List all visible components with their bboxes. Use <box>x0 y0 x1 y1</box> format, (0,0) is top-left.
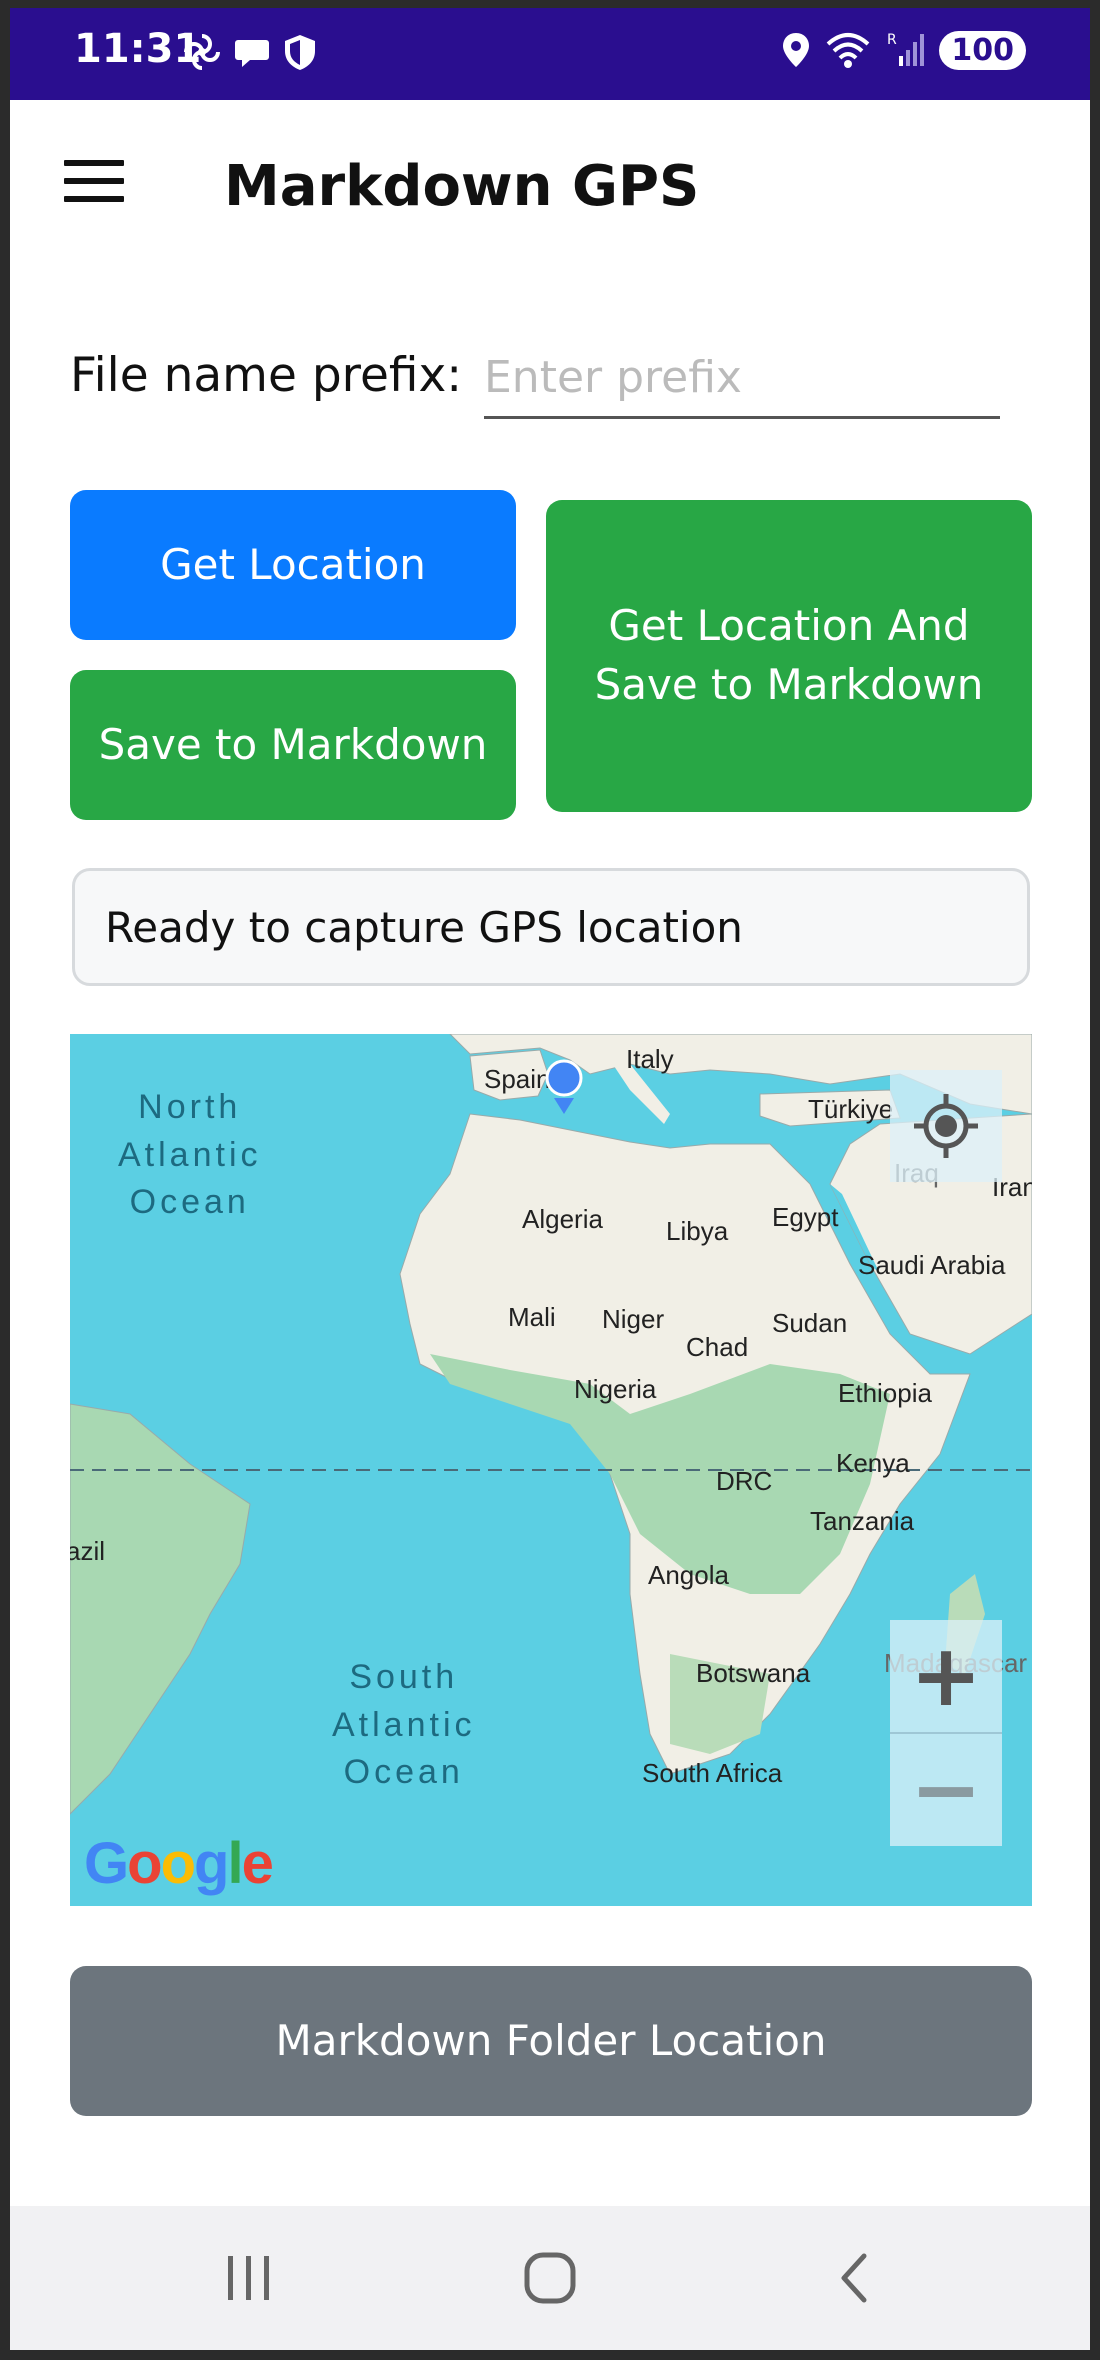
map-label-south-africa: South Africa <box>642 1758 783 1788</box>
map-label-tanzania: Tanzania <box>810 1506 915 1536</box>
wifi-icon <box>827 33 870 68</box>
prefix-input[interactable] <box>484 338 1000 419</box>
markdown-folder-location-label: Markdown Folder Location <box>275 2015 827 2065</box>
zoom-in-button[interactable]: + <box>890 1620 1002 1734</box>
north-atlantic-label: North Atlantic Ocean <box>118 1088 262 1222</box>
status-message-box: Ready to capture GPS location <box>72 868 1030 986</box>
shield-icon <box>285 35 315 70</box>
location-marker-icon[interactable] <box>544 1058 584 1120</box>
back-icon[interactable] <box>832 2250 876 2306</box>
map-label-drc: DRC <box>716 1466 773 1496</box>
location-icon <box>783 33 810 67</box>
markdown-folder-location-button[interactable]: Markdown Folder Location <box>70 1966 1032 2116</box>
app-bar: Markdown GPS <box>10 100 1090 290</box>
battery-indicator: 100 <box>939 30 1026 70</box>
get-location-button-label: Get Location <box>160 539 426 589</box>
map-view[interactable]: North Atlantic Ocean South Atlantic Ocea… <box>70 1034 1032 1906</box>
map-label-egypt: Egypt <box>772 1202 839 1232</box>
minus-icon: − <box>909 1740 983 1840</box>
map-label-italy: Italy <box>626 1044 674 1074</box>
map-label-angola: Angola <box>648 1560 729 1590</box>
get-location-button[interactable]: Get Location <box>70 490 516 640</box>
my-location-icon[interactable] <box>890 1070 1002 1182</box>
get-location-and-save-label-line1: Get Location And <box>608 601 970 651</box>
map-label-turkiye: Türkiye <box>808 1094 894 1124</box>
map-label-brazil: Brazil <box>70 1536 106 1566</box>
map-label-ethiopia: Ethiopia <box>838 1378 932 1408</box>
zoom-out-button[interactable]: − <box>890 1734 1002 1846</box>
chat-bubble-icon <box>235 40 269 67</box>
app-title: Markdown GPS <box>224 154 700 219</box>
map-label-sudan: Sudan <box>772 1308 848 1338</box>
map-label-spain: Spain <box>484 1064 551 1094</box>
get-location-and-save-button[interactable]: Get Location And Save to Markdown <box>546 500 1032 812</box>
system-nav-bar <box>10 2206 1090 2350</box>
signal-icon: R <box>887 32 925 66</box>
map-label-botswana: Botswana <box>696 1658 811 1688</box>
map-label-kenya: Kenya <box>836 1448 910 1478</box>
map-label-nigeria: Nigeria <box>574 1374 657 1404</box>
hamburger-menu-icon[interactable] <box>64 160 124 210</box>
status-bar: 11:31 R 100 <box>10 8 1090 100</box>
map-label-chad: Chad <box>686 1332 749 1362</box>
south-atlantic-label: South Atlantic Ocean <box>332 1658 476 1792</box>
map-label-saudi-arabia: Saudi Arabia <box>858 1250 1006 1280</box>
plus-icon: + <box>909 1626 983 1726</box>
google-logo: Google <box>84 1831 274 1896</box>
status-right-icons: R 100 <box>781 30 1026 70</box>
map-label-mali: Mali <box>508 1302 556 1332</box>
map-label-libya: Libya <box>666 1216 729 1246</box>
save-to-markdown-button-label: Save to Markdown <box>98 719 488 769</box>
map-label-algeria: Algeria <box>522 1204 603 1234</box>
home-icon[interactable] <box>522 2250 578 2306</box>
status-message: Ready to capture GPS location <box>105 902 743 952</box>
pinwheel-icon <box>184 34 220 70</box>
status-left-icons <box>182 32 318 72</box>
save-to-markdown-button[interactable]: Save to Markdown <box>70 670 516 820</box>
svg-text:R: R <box>887 32 897 48</box>
get-location-and-save-label-line2: Save to Markdown <box>594 660 984 709</box>
recents-icon[interactable] <box>222 2250 276 2306</box>
prefix-label: File name prefix: <box>70 348 463 403</box>
phone-screen: 11:31 R 100 Markdown GPS File name prefi… <box>10 8 1090 2350</box>
map-label-niger: Niger <box>602 1304 665 1334</box>
